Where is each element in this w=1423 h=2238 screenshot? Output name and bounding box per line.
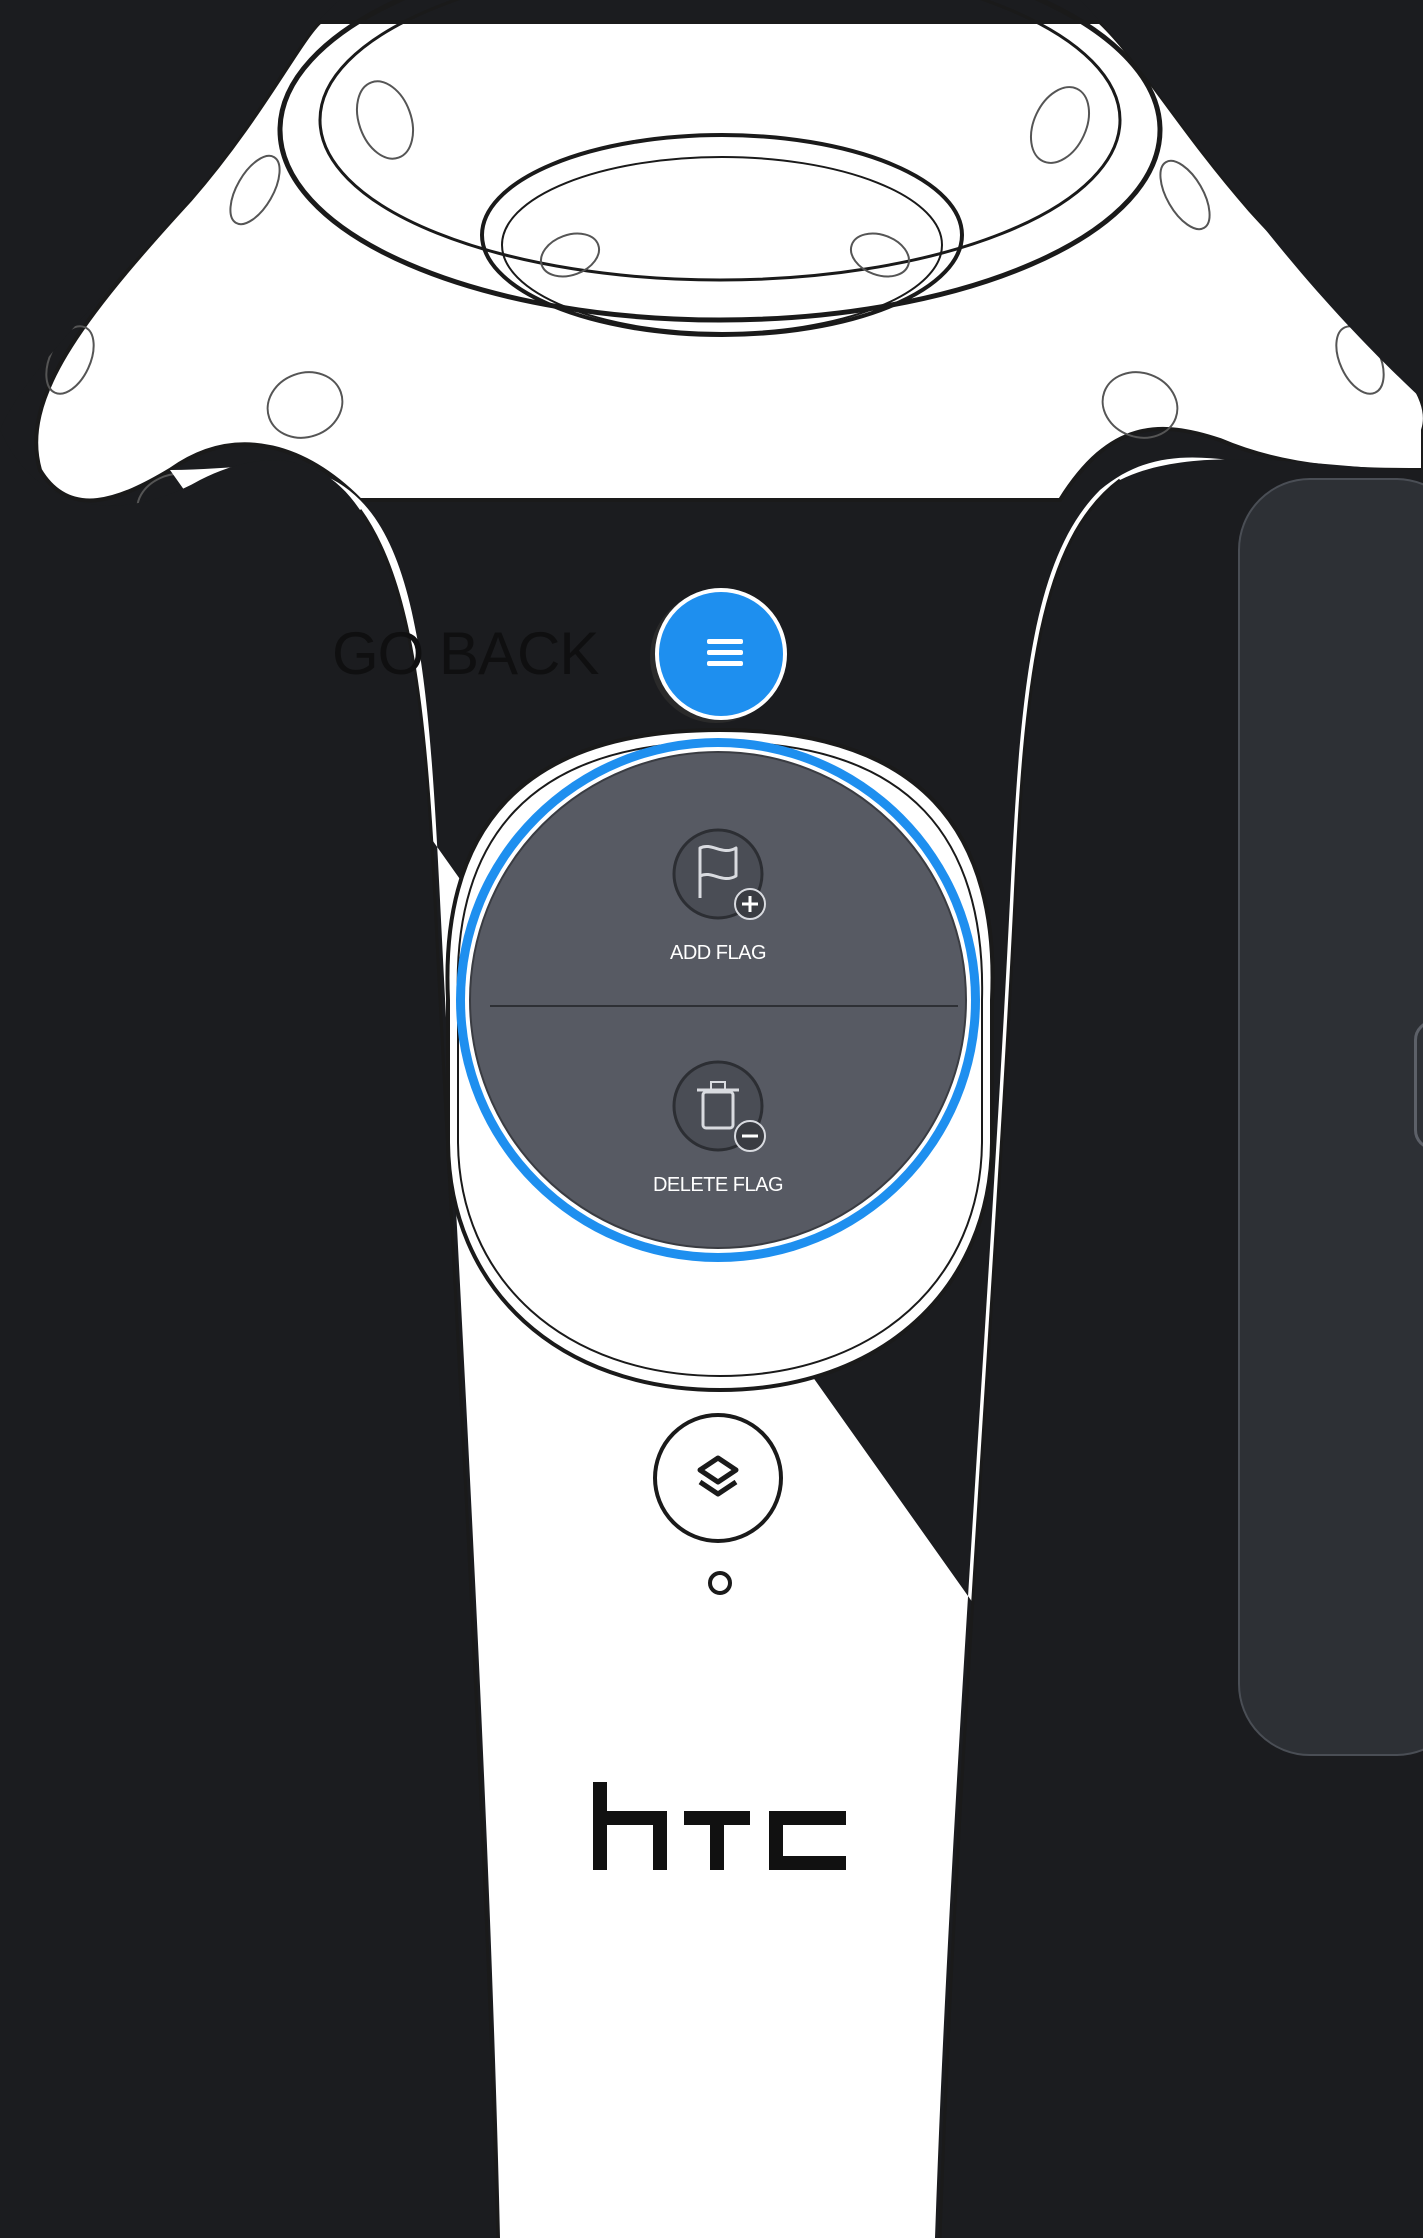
go-back-label[interactable]: GO BACK (332, 614, 662, 694)
panel-edge-knob (1414, 1020, 1423, 1150)
tracking-ring (0, 0, 1423, 528)
side-panel (1238, 478, 1423, 1756)
delete-flag-label: DELETE FLAG (652, 1174, 784, 1196)
system-layers-button[interactable] (655, 1415, 781, 1541)
menu-button[interactable] (655, 588, 787, 720)
add-flag-label: ADD FLAG (669, 942, 767, 964)
hamburger-menu-icon (707, 639, 743, 669)
